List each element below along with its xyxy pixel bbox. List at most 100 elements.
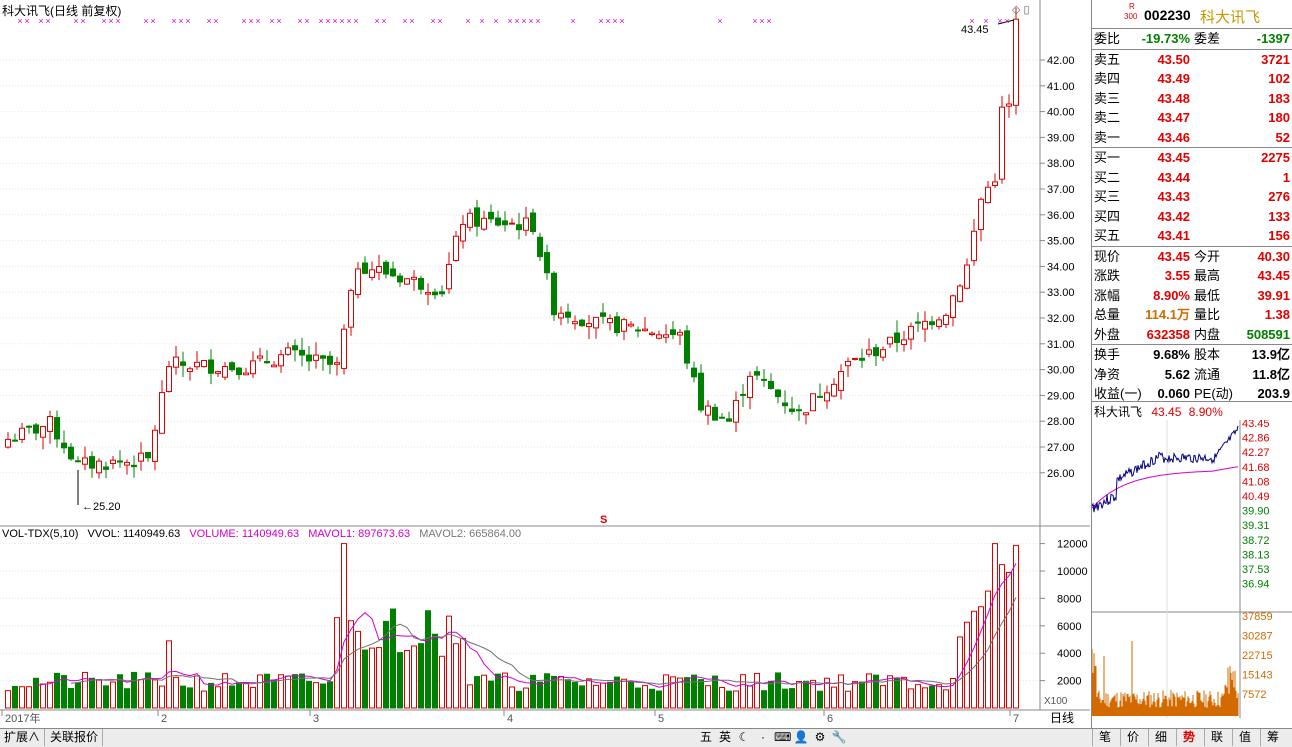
ime-tool-button[interactable]: ·	[755, 730, 771, 745]
mini-price-tick: 36.94	[1242, 579, 1270, 591]
ime-tool-button[interactable]: ⌨	[774, 730, 791, 745]
ime-tool-button[interactable]: ⚙	[812, 730, 828, 745]
ime-tool-button[interactable]: 英	[717, 730, 733, 745]
intraday-mini-chart[interactable]: 43.45 42.86 42.27 41.68 41.08 40.49 39.90 39.31…	[1092, 420, 1292, 718]
mini-price-tick: 38.13	[1242, 549, 1270, 561]
price-tick-label: 40.00	[1047, 107, 1075, 119]
side-tab[interactable]: 笔	[1092, 729, 1117, 746]
weibi-label: 委比	[1094, 31, 1121, 46]
volume-bar	[992, 543, 998, 709]
volume-bar	[103, 685, 109, 709]
volume-bar	[719, 687, 725, 709]
signal-x-marker: ×	[276, 16, 281, 26]
volume-bar	[376, 647, 382, 709]
volume-bar	[460, 638, 466, 709]
chart-window-controls[interactable]: ◇ ▯	[1012, 3, 1030, 16]
stat-label: 内盘	[1194, 326, 1221, 342]
volume-bar	[19, 686, 25, 709]
financial-stats: 换手 9.68% 股本 13.9亿 净资 5.62 流通 11.8亿 收益(一) 0.060 PE(…	[1092, 344, 1292, 404]
candle-body	[838, 371, 844, 391]
candle-body	[467, 212, 473, 228]
side-tab[interactable]: 价	[1120, 729, 1145, 746]
candle-body	[894, 332, 900, 343]
ime-tool-button[interactable]: 🔧	[831, 730, 847, 745]
fin-label: 流通	[1194, 366, 1221, 382]
side-tab[interactable]: 势	[1176, 729, 1201, 746]
candle-body	[789, 408, 795, 412]
mini-price-tick: 39.90	[1242, 506, 1270, 518]
volume-bar	[257, 674, 263, 709]
mini-price-tick: 40.49	[1242, 491, 1270, 503]
stock-name[interactable]: 科大讯飞	[1200, 6, 1260, 27]
candle-body	[586, 323, 592, 328]
signal-x-marker: ×	[514, 16, 519, 26]
price-tick-label: 30.00	[1047, 365, 1075, 377]
mini-price-tick: 39.31	[1242, 520, 1270, 532]
sell-price: 43.46	[1157, 129, 1190, 145]
fin-label: 股本	[1194, 347, 1221, 362]
volume-bar	[572, 682, 578, 709]
volume-bar	[544, 673, 550, 709]
signal-x-marker: ×	[185, 16, 190, 26]
candle-body	[999, 106, 1005, 180]
candle-body	[439, 291, 445, 295]
candle-body	[908, 325, 914, 340]
signal-x-marker: ×	[213, 16, 218, 26]
side-tab[interactable]: 筹	[1260, 729, 1285, 746]
volume-bar	[194, 675, 200, 709]
candle-body	[390, 268, 396, 277]
candle-body	[61, 442, 67, 449]
candle-body	[859, 357, 865, 361]
price-tick-label: 33.00	[1047, 287, 1075, 299]
volume-bar	[411, 645, 417, 709]
side-tab[interactable]: 联	[1204, 729, 1229, 746]
candle-body	[537, 236, 543, 258]
quote-stat-row: 涨跌 3.55 最高 43.45	[1092, 266, 1292, 286]
volume-bar	[488, 680, 494, 709]
volume-bar	[747, 685, 753, 709]
mini-price-tick: 38.72	[1242, 535, 1270, 547]
quote-stat-row: 现价 43.45 今开 40.30	[1092, 247, 1292, 267]
stat-value: 39.91	[1257, 287, 1290, 303]
volume-bar	[901, 676, 907, 709]
volume-bar	[404, 650, 410, 709]
volume-bar	[467, 684, 473, 709]
side-tab[interactable]: 值	[1232, 729, 1257, 746]
volume-bar	[327, 681, 333, 709]
volume-bar	[439, 655, 445, 709]
volume-bar	[915, 684, 921, 709]
candle-body	[691, 367, 697, 378]
volume-bar	[551, 676, 557, 709]
volume-bar	[502, 672, 508, 709]
volume-bar	[929, 685, 935, 709]
candle-body	[810, 393, 816, 412]
side-tab[interactable]: 细	[1148, 729, 1173, 746]
volume-bar	[600, 682, 606, 709]
stat-label: 今开	[1194, 248, 1221, 264]
candle-body	[943, 314, 949, 325]
ime-tool-button[interactable]: 👤	[793, 730, 809, 745]
tab-related-quotes[interactable]: 关联报价	[46, 729, 104, 746]
vol-indicator-name[interactable]: VOL-TDX(5,10)	[2, 528, 78, 540]
candle-body	[159, 392, 165, 434]
kline-chart[interactable]: 42.00 41.00 40.00 39.00 38.00 37.00 36.00 35.00…	[0, 0, 1090, 728]
volume-bar	[894, 678, 900, 709]
candle-body	[824, 392, 830, 402]
signal-x-marker: ×	[619, 16, 624, 26]
candle-body	[901, 339, 907, 345]
volume-bar	[96, 679, 102, 709]
stat-value: 40.30	[1257, 248, 1290, 264]
tab-expand[interactable]: 扩展∧	[0, 729, 46, 746]
candle-body	[971, 230, 977, 262]
fin-value: 5.62	[1164, 366, 1190, 382]
stat-value: 632358	[1146, 326, 1190, 342]
candle-body	[68, 446, 74, 460]
volume-bar	[880, 685, 886, 709]
volume-indicator-header: VOL-TDX(5,10) VVOL: 1140949.63 VOLUME: 1…	[2, 528, 527, 540]
candle-body	[677, 331, 683, 336]
ime-tool-button[interactable]: 五	[698, 730, 714, 745]
sell-volume: 52	[1275, 129, 1290, 145]
candle-body	[299, 349, 305, 356]
kline-chart-area[interactable]: 42.00 41.00 40.00 39.00 38.00 37.00 36.00 35.00…	[0, 0, 1090, 728]
ime-tool-button[interactable]: ☾	[736, 730, 752, 745]
